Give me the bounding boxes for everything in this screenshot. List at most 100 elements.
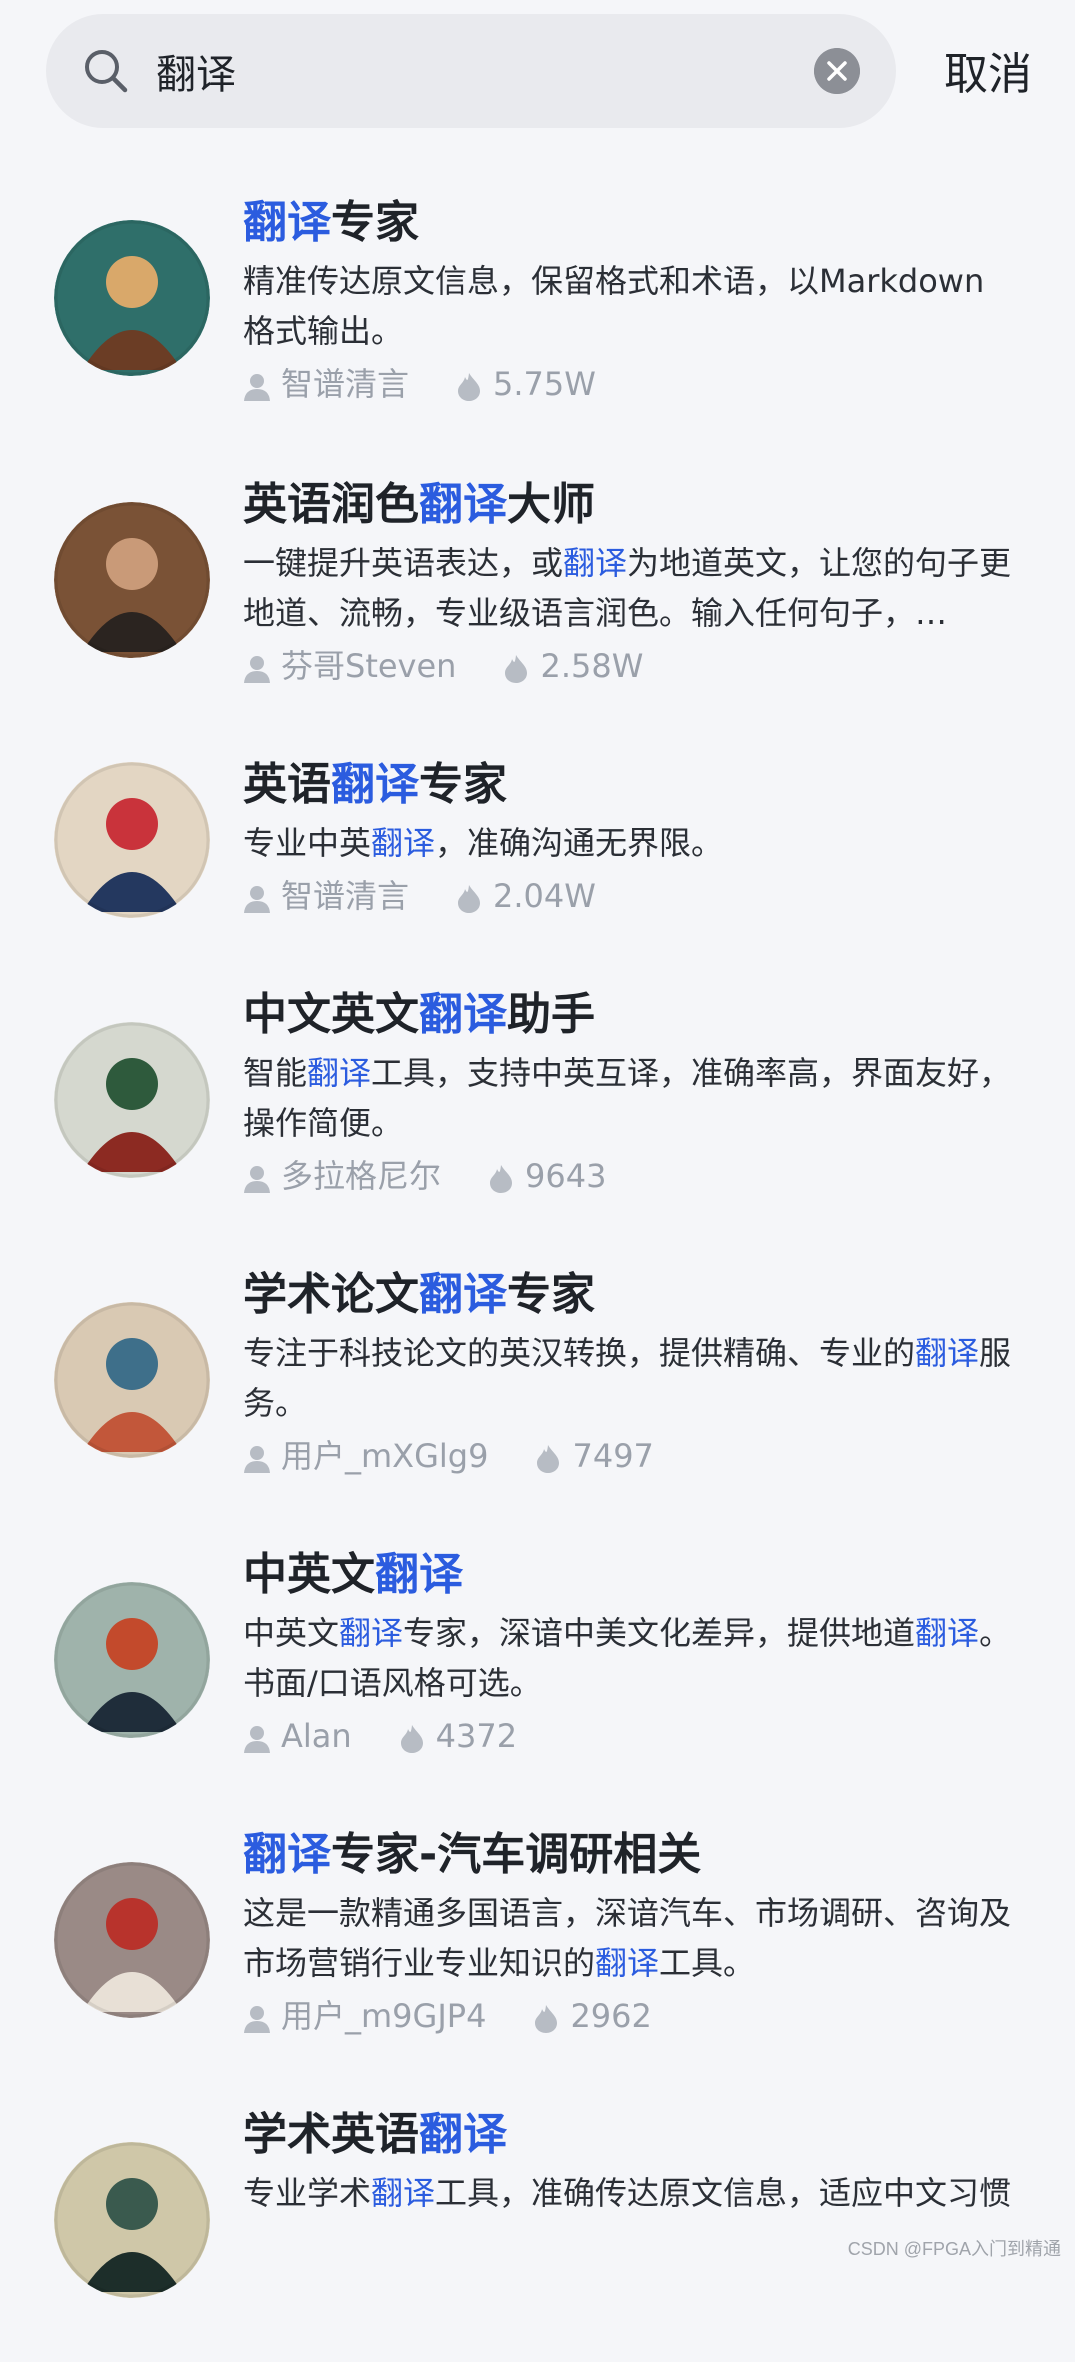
highlight-term: 翻译 <box>915 1334 979 1372</box>
author-name: 多拉格尼尔 <box>281 1154 441 1198</box>
result-title[interactable]: 英语翻译专家 <box>243 752 507 818</box>
highlight-term: 翻译 <box>419 2109 507 2160</box>
result-title[interactable]: 中英文翻译 <box>243 1542 463 1608</box>
usage-count: 7497 <box>572 1434 653 1478</box>
author-name: 智谱清言 <box>281 874 409 918</box>
highlight-term: 翻译 <box>339 1614 403 1652</box>
user-icon <box>243 881 271 911</box>
search-bar: 取消 <box>0 0 1075 150</box>
author-name: 用户_mXGlg9 <box>281 1434 488 1478</box>
fire-icon <box>455 881 483 911</box>
text-segment: 专注于科技论文的英汉转换，提供精确、专业的 <box>243 1334 915 1372</box>
avatar[interactable] <box>54 2142 210 2298</box>
author-name: 智谱清言 <box>281 362 409 406</box>
result-item[interactable]: 英语润色翻译大师一键提升英语表达，或翻译为地道英文，让您的句子更地道、流畅，专业… <box>0 472 1075 732</box>
avatar-image <box>54 2142 210 2298</box>
result-item[interactable]: 学术英语翻译专业学术翻译工具，准确传达原文信息，适应中文习惯 <box>0 2102 1075 2362</box>
text-segment: 专家-汽车调研相关 <box>331 1829 701 1880</box>
text-segment: 专家 <box>507 1269 595 1320</box>
watermark: CSDN @FPGA入门到精通 <box>848 2235 1061 2261</box>
text-segment: 学术论文 <box>243 1269 419 1320</box>
result-title[interactable]: 学术英语翻译 <box>243 2102 507 2168</box>
result-title[interactable]: 学术论文翻译专家 <box>243 1262 595 1328</box>
result-item[interactable]: 翻译专家-汽车调研相关这是一款精通多国语言，深谙汽车、市场调研、咨询及市场营销行… <box>0 1822 1075 2082</box>
avatar-image <box>54 220 210 376</box>
text-segment: ，准确沟通无界限。 <box>435 824 723 862</box>
avatar-image <box>54 762 210 918</box>
avatar[interactable] <box>54 1022 210 1178</box>
result-description: 精准传达原文信息，保留格式和术语，以Markdown格式输出。 <box>243 256 1013 356</box>
usage-count: 4372 <box>436 1714 517 1758</box>
user-icon <box>243 1441 271 1471</box>
avatar[interactable] <box>54 1862 210 2018</box>
user-icon <box>243 1721 271 1751</box>
result-description: 中英文翻译专家，深谙中美文化差异，提供地道翻译。书面/口语风格可选。 <box>243 1608 1013 1708</box>
search-box[interactable] <box>46 14 896 128</box>
avatar[interactable] <box>54 220 210 376</box>
result-item[interactable]: 翻译专家精准传达原文信息，保留格式和术语，以Markdown格式输出。智谱清言5… <box>0 190 1075 450</box>
highlight-term: 翻译 <box>371 2174 435 2212</box>
text-segment: 学术英语 <box>243 2109 419 2160</box>
user-icon <box>243 2001 271 2031</box>
result-meta: Alan4372 <box>243 1712 517 1756</box>
usage-count: 2.04W <box>493 874 596 918</box>
result-item[interactable]: 英语翻译专家专业中英翻译，准确沟通无界限。智谱清言2.04W <box>0 752 1075 1012</box>
text-segment: 中英文 <box>243 1614 339 1652</box>
avatar[interactable] <box>54 762 210 918</box>
fire-icon <box>487 1161 515 1191</box>
result-description: 专业中英翻译，准确沟通无界限。 <box>243 818 1013 868</box>
highlight-term: 翻译 <box>307 1054 371 1092</box>
text-segment: 助手 <box>507 989 595 1040</box>
avatar-image <box>54 1302 210 1458</box>
avatar[interactable] <box>54 1302 210 1458</box>
result-meta: 芬哥Steven2.58W <box>243 642 643 686</box>
user-icon <box>243 1161 271 1191</box>
avatar-image <box>54 1582 210 1738</box>
result-title[interactable]: 英语润色翻译大师 <box>243 472 595 538</box>
text-segment: 专业中英 <box>243 824 371 862</box>
highlight-term: 翻译 <box>243 197 331 248</box>
result-title[interactable]: 翻译专家-汽车调研相关 <box>243 1822 701 1888</box>
text-segment: 中英文 <box>243 1549 375 1600</box>
highlight-term: 翻译 <box>243 1829 331 1880</box>
usage-count: 2.58W <box>540 644 643 688</box>
text-segment: 工具。 <box>659 1944 755 1982</box>
text-segment: 中文英文 <box>243 989 419 1040</box>
result-item[interactable]: 中英文翻译中英文翻译专家，深谙中美文化差异，提供地道翻译。书面/口语风格可选。A… <box>0 1542 1075 1802</box>
highlight-term: 翻译 <box>419 989 507 1040</box>
text-segment: 英语 <box>243 759 331 810</box>
author-name: 用户_m9GJP4 <box>281 1994 486 2038</box>
text-segment: 工具，准确传达原文信息，适应中文习惯 <box>435 2174 1011 2212</box>
result-description: 这是一款精通多国语言，深谙汽车、市场调研、咨询及市场营销行业专业知识的翻译工具。 <box>243 1888 1013 1988</box>
highlight-term: 翻译 <box>419 479 507 530</box>
fire-icon <box>455 369 483 399</box>
text-segment: 专家 <box>331 197 419 248</box>
highlight-term: 翻译 <box>915 1614 979 1652</box>
text-segment: 智能 <box>243 1054 307 1092</box>
highlight-term: 翻译 <box>331 759 419 810</box>
result-item[interactable]: 中文英文翻译助手智能翻译工具，支持中英互译，准确率高，界面友好，操作简便。多拉格… <box>0 982 1075 1242</box>
text-segment: 专家 <box>419 759 507 810</box>
avatar[interactable] <box>54 1582 210 1738</box>
highlight-term: 翻译 <box>419 1269 507 1320</box>
user-icon <box>243 369 271 399</box>
avatar-image <box>54 1862 210 2018</box>
fire-icon <box>534 1441 562 1471</box>
result-item[interactable]: 学术论文翻译专家专注于科技论文的英汉转换，提供精确、专业的翻译服务。用户_mXG… <box>0 1262 1075 1522</box>
avatar[interactable] <box>54 502 210 658</box>
result-meta: 用户_mXGlg9 7497 <box>243 1432 654 1476</box>
clear-icon[interactable] <box>814 48 860 94</box>
usage-count: 9643 <box>525 1154 606 1198</box>
result-meta: 智谱清言5.75W <box>243 360 596 404</box>
result-title[interactable]: 翻译专家 <box>243 190 419 256</box>
search-input[interactable] <box>156 42 756 100</box>
result-title[interactable]: 中文英文翻译助手 <box>243 982 595 1048</box>
highlight-term: 翻译 <box>375 1549 463 1600</box>
avatar-image <box>54 1022 210 1178</box>
text-segment: 专家，深谙中美文化差异，提供地道 <box>403 1614 915 1652</box>
cancel-button[interactable]: 取消 <box>944 38 1032 98</box>
fire-icon <box>398 1721 426 1751</box>
user-icon <box>243 651 271 681</box>
fire-icon <box>532 2001 560 2031</box>
highlight-term: 翻译 <box>563 544 627 582</box>
